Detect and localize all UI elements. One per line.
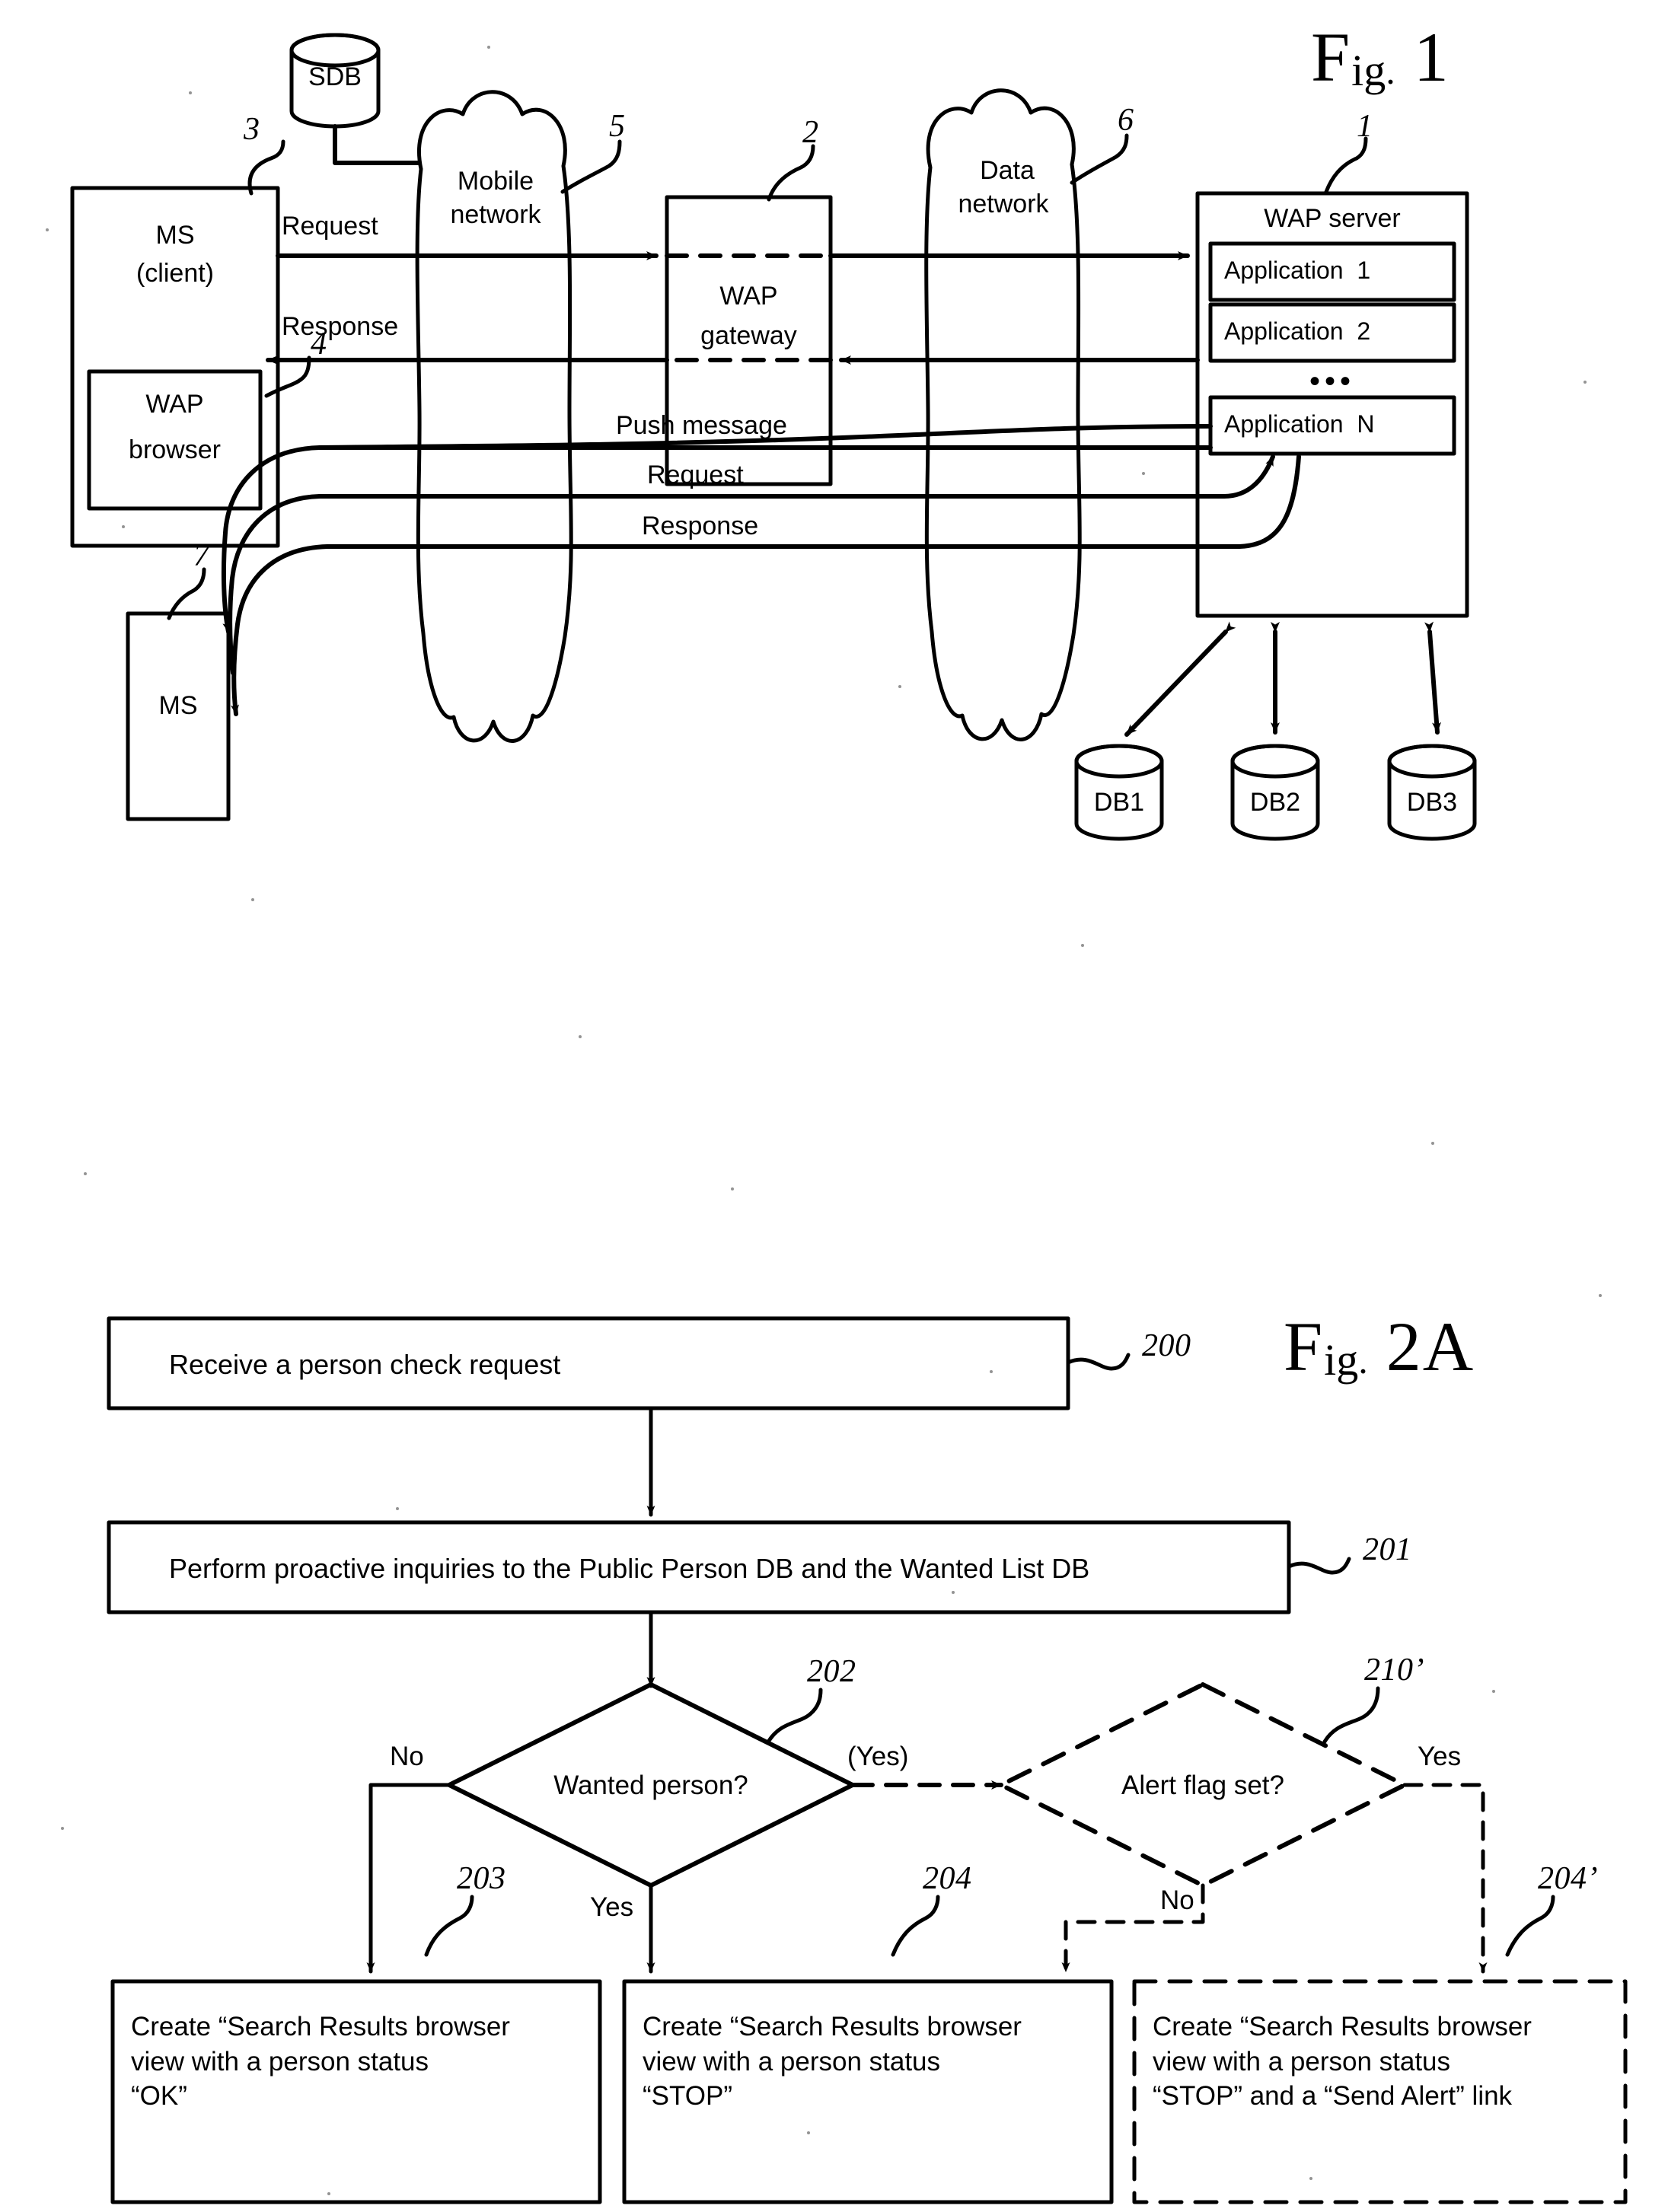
reference-numeral-2: 2 — [802, 115, 819, 150]
request-bottom-to-appn — [1222, 454, 1275, 499]
reference-numeral-200: 200 — [1142, 1328, 1191, 1363]
branch-label-wanted-yes: Yes — [590, 1892, 634, 1922]
server-db3-arrow — [1424, 621, 1442, 735]
leader-210p — [1322, 1686, 1380, 1744]
reference-numeral-5: 5 — [609, 109, 626, 144]
figure-2a-title: Fig. 2A — [1284, 1306, 1475, 1387]
wap-gateway-label-line2: gateway — [700, 321, 797, 350]
request-bottom-label: Request — [647, 461, 744, 489]
response-top-label: Response — [282, 312, 399, 341]
push-message-label: Push message — [616, 411, 787, 440]
ms-client-label-line2: (client) — [136, 259, 215, 288]
reference-numeral-204p: 204’ — [1538, 1861, 1598, 1896]
leader-202 — [767, 1688, 823, 1743]
reference-numeral-1: 1 — [1357, 109, 1373, 144]
data-network-label-line1: Data — [980, 156, 1035, 185]
step-201-text: Perform proactive inquiries to the Publi… — [169, 1553, 1090, 1584]
request-top-label: Request — [282, 212, 378, 241]
applications-ellipsis: ••• — [1309, 365, 1355, 398]
ms-bottom-label: MS — [158, 691, 198, 720]
db2-label: DB2 — [1249, 788, 1301, 817]
decision-210p-text: Alert flag set? — [1121, 1771, 1284, 1800]
reference-numeral-201: 201 — [1363, 1532, 1412, 1567]
mobile-network-label-line2: network — [450, 200, 541, 229]
db3-label: DB3 — [1406, 788, 1458, 817]
leader-2 — [767, 144, 815, 202]
db1-label: DB1 — [1093, 788, 1145, 817]
leader-203 — [424, 1895, 474, 1957]
step-203-text: Create “Search Results browser view with… — [131, 2012, 510, 2111]
decision-202-text: Wanted person? — [553, 1771, 748, 1800]
leader-6 — [1070, 133, 1129, 185]
wap-gateway-label-line1: WAP — [719, 282, 778, 311]
reference-numeral-4: 4 — [311, 327, 327, 362]
step-200-text: Receive a person check request — [169, 1349, 561, 1380]
figure-1-title-dot: . — [1386, 49, 1397, 92]
leader-200 — [1066, 1353, 1131, 1371]
sdb-label: SDB — [308, 62, 362, 91]
request-bottom-curve — [228, 494, 322, 675]
response-bottom-label: Response — [642, 512, 759, 540]
figure-1-title-prefix: F — [1311, 18, 1352, 96]
response-bottom-curve — [231, 544, 330, 716]
leader-204 — [891, 1895, 940, 1957]
figure-1-title: Fig. 1 — [1311, 17, 1450, 97]
reference-numeral-203: 203 — [457, 1861, 506, 1896]
branch-yes-210p-to-204p — [1402, 1783, 1488, 1974]
patent-drawing-sheet: Fig. 1 SDB Mobile network Data network MS… — [0, 0, 1668, 2212]
leader-204p — [1505, 1895, 1555, 1957]
application-n-label: Application N — [1224, 410, 1375, 438]
branch-no-202-to-203 — [366, 1783, 451, 1974]
wap-browser-label-line1: WAP — [145, 390, 204, 419]
ms-client-label-line1: MS — [155, 221, 195, 250]
server-db1-arrow — [1124, 621, 1236, 737]
leader-1 — [1324, 136, 1368, 194]
step-204p-text: Create “Search Results browser view with… — [1153, 2012, 1532, 2111]
drawing-vector-layer — [70, 33, 1628, 2204]
reference-numeral-3: 3 — [244, 112, 260, 147]
branch-label-alert-yes: Yes — [1418, 1742, 1462, 1771]
wap-server-label: WAP server — [1264, 204, 1401, 233]
sdb-cylinder — [289, 33, 421, 165]
branch-label-wanted-no: No — [390, 1742, 424, 1771]
application-1-label: Application 1 — [1224, 257, 1371, 284]
data-network-label-line2: network — [958, 190, 1049, 218]
reference-numeral-7: 7 — [193, 538, 210, 573]
wap-browser-label-line2: browser — [129, 435, 221, 464]
step-204-text: Create “Search Results browser view with… — [643, 2012, 1022, 2111]
reference-numeral-210p: 210’ — [1364, 1653, 1424, 1688]
leader-201 — [1287, 1557, 1351, 1575]
figure-2a-title-prefix: F — [1284, 1308, 1325, 1385]
leader-5 — [560, 139, 622, 194]
figure-1-title-small: ig — [1351, 46, 1386, 95]
figure-2a-title-small: ig — [1324, 1335, 1359, 1385]
response-bottom-from-appn — [1237, 454, 1301, 549]
mobile-network-label-line1: Mobile — [457, 167, 534, 196]
figure-2a-title-dot: . — [1358, 1339, 1370, 1382]
data-network-cloud — [924, 88, 1082, 741]
leader-4 — [264, 355, 311, 398]
reference-numeral-6: 6 — [1118, 103, 1134, 138]
leader-3 — [247, 139, 285, 196]
reference-numeral-204: 204 — [923, 1861, 972, 1896]
branch-label-alert-no: No — [1160, 1885, 1194, 1915]
reference-numeral-202: 202 — [807, 1654, 856, 1689]
figure-1-title-number: 1 — [1413, 18, 1450, 96]
application-2-label: Application 2 — [1224, 317, 1371, 345]
branch-label-wanted-yes-paren: (Yes) — [847, 1742, 909, 1771]
figure-2a-title-number: 2A — [1386, 1308, 1475, 1385]
leader-7 — [167, 567, 206, 620]
